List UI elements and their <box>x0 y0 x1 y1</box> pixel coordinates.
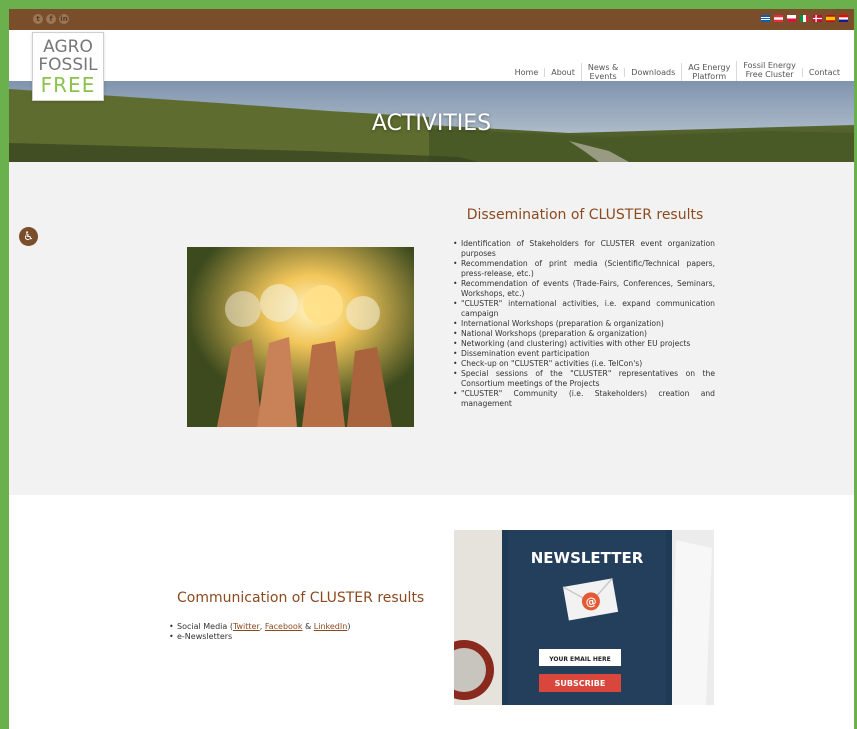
communication-heading: Communication of CLUSTER results <box>177 590 425 606</box>
list-item: Recommendation of events (Trade-Fairs, C… <box>453 279 715 299</box>
separator: ) <box>347 622 351 631</box>
logo-text-fossil: FOSSIL <box>38 55 98 75</box>
flag-icon-at[interactable] <box>774 15 783 22</box>
nav-label: Home <box>514 67 539 77</box>
communication-list: Social Media (Twitter, Facebook & Linked… <box>169 622 350 642</box>
facebook-icon[interactable]: f <box>46 14 56 24</box>
linkedin-icon[interactable]: in <box>59 14 69 24</box>
nav-label: Downloads <box>631 67 676 77</box>
nav-label: Platform <box>692 72 727 81</box>
nav-label: About <box>551 67 575 77</box>
newsletter-heading: NEWSLETTER <box>531 549 644 567</box>
list-item: Networking (and clustering) activities w… <box>453 339 715 349</box>
page-banner: ACTIVITIES <box>9 81 854 162</box>
social-media-label: Social Media ( <box>177 622 233 631</box>
list-item: Recommendation of print media (Scientifi… <box>453 259 715 279</box>
list-item: Dissemination event participation <box>453 349 715 359</box>
nav-item-about[interactable]: About <box>544 67 581 77</box>
flag-icon-el[interactable] <box>761 15 770 22</box>
list-item: Social Media (Twitter, Facebook & Linked… <box>169 622 350 632</box>
svg-text:@: @ <box>584 595 597 610</box>
flag-icon-dk[interactable] <box>813 15 822 22</box>
nav-item-contact[interactable]: Contact <box>801 67 846 77</box>
list-item: International Workshops (preparation & o… <box>453 319 715 329</box>
page-frame: t f in Home About News & Events Downloads… <box>9 9 854 729</box>
twitter-link[interactable]: Twitter <box>233 622 260 631</box>
nav-item-news-events[interactable]: News & Events <box>580 63 624 81</box>
newsletter-image: NEWSLETTER @ YOUR EMAIL HERE SUBSCRIBE <box>454 530 714 705</box>
flag-icon-pl[interactable] <box>787 15 796 22</box>
list-item: e-Newsletters <box>169 632 350 642</box>
dissemination-list: Identification of Stakeholders for CLUST… <box>453 239 715 409</box>
list-item: "CLUSTER" international activities, i.e.… <box>453 299 715 319</box>
list-item: Special sessions of the "CLUSTER" repres… <box>453 369 715 389</box>
flag-icon-hr[interactable] <box>839 15 848 22</box>
nav-item-fossil-energy-free-cluster[interactable]: Fossil Energy Free Cluster <box>736 61 802 83</box>
nav-item-ag-energy-platform[interactable]: AG Energy Platform <box>681 63 736 81</box>
nav-label: Contact <box>808 67 840 77</box>
dissemination-heading: Dissemination of CLUSTER results <box>466 207 704 223</box>
social-links: t f in <box>33 14 69 24</box>
nav-label: Free Cluster <box>745 70 794 79</box>
nav-label: AG Energy <box>688 63 731 72</box>
separator: & <box>302 622 314 631</box>
flag-icon-es[interactable] <box>826 15 835 22</box>
flag-icon-it[interactable] <box>800 15 809 22</box>
email-placeholder: YOUR EMAIL HERE <box>548 656 611 663</box>
twitter-icon[interactable]: t <box>33 14 43 24</box>
site-header: Home About News & Events Downloads AG Ene… <box>9 30 854 83</box>
accessibility-icon[interactable]: ♿ <box>19 227 38 246</box>
top-bar: t f in <box>9 9 854 30</box>
nav-label: Events <box>589 72 617 81</box>
list-item: Check-up on "CLUSTER" activities (i.e. T… <box>453 359 715 369</box>
list-item: "CLUSTER" Community (i.e. Stakeholders) … <box>453 389 715 409</box>
dissemination-section: ♿ Dissemination of CLUSTER results Ident… <box>9 162 854 495</box>
logo-text-free: FREE <box>40 73 96 97</box>
nav-item-downloads[interactable]: Downloads <box>624 67 681 77</box>
list-item: National Workshops (preparation & organi… <box>453 329 715 339</box>
logo-text-agro: AGRO <box>43 37 93 57</box>
nav-label: News & <box>587 63 619 72</box>
site-logo[interactable]: AGRO FOSSIL FREE <box>32 32 104 101</box>
light-bulbs-photo <box>187 247 414 427</box>
list-item: Identification of Stakeholders for CLUST… <box>453 239 715 259</box>
nav-label: Fossil Energy <box>743 61 796 70</box>
nav-item-home[interactable]: Home <box>509 68 545 77</box>
facebook-link[interactable]: Facebook <box>265 622 303 631</box>
page-title: ACTIVITIES <box>371 111 492 136</box>
language-flags <box>761 15 848 22</box>
linkedin-link[interactable]: LinkedIn <box>314 622 348 631</box>
subscribe-label: SUBSCRIBE <box>555 679 606 688</box>
